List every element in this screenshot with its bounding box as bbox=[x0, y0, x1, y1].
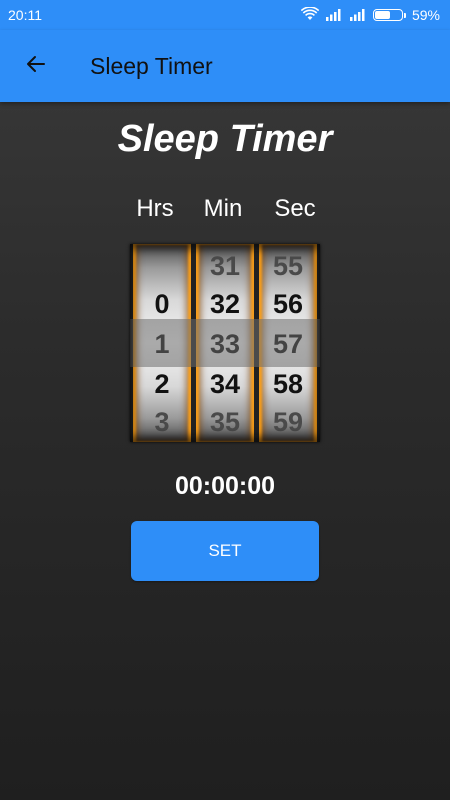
wheel-item: 34 bbox=[209, 369, 241, 399]
hours-wheel[interactable]: 0 1 2 3 bbox=[133, 244, 191, 442]
cellular-signal-icon bbox=[349, 7, 367, 24]
wheel-item-selected: 33 bbox=[209, 329, 241, 359]
minutes-label: Min bbox=[203, 195, 243, 222]
battery-icon bbox=[372, 9, 406, 21]
minutes-wheel[interactable]: 31 32 33 34 35 bbox=[196, 244, 254, 442]
seconds-label: Sec bbox=[274, 195, 316, 222]
wheel-item-selected: 57 bbox=[272, 329, 304, 359]
arrow-left-icon bbox=[24, 52, 48, 81]
app-bar-title: Sleep Timer bbox=[90, 52, 213, 79]
wheel-item: 32 bbox=[209, 289, 241, 319]
column-headers: Hrs Min Sec bbox=[125, 195, 325, 225]
page-title: Sleep Timer bbox=[117, 118, 333, 160]
set-button[interactable]: SET bbox=[131, 521, 319, 581]
cellular-signal-icon bbox=[325, 7, 343, 24]
wheel-item: 3 bbox=[154, 407, 170, 437]
battery-fill bbox=[374, 11, 391, 19]
time-wheel-picker: 0 1 2 3 31 32 33 34 35 55 56 57 58 59 bbox=[130, 244, 320, 442]
wifi-icon bbox=[300, 5, 320, 24]
hours-label: Hrs bbox=[136, 195, 174, 222]
wheel-item: 35 bbox=[209, 407, 241, 437]
wheel-item: 55 bbox=[272, 251, 304, 281]
wheel-item: 59 bbox=[272, 407, 304, 437]
wheel-item: 0 bbox=[154, 289, 170, 319]
back-button[interactable] bbox=[8, 38, 64, 94]
wheel-item: 2 bbox=[154, 369, 170, 399]
battery-percent: 59% bbox=[411, 7, 440, 23]
app-bar: Sleep Timer bbox=[0, 30, 450, 102]
wheel-item: 58 bbox=[272, 369, 304, 399]
wheel-item: 31 bbox=[209, 251, 241, 281]
status-icons: 59% bbox=[300, 5, 440, 24]
status-bar: 20:11 59% bbox=[0, 0, 450, 30]
status-time: 20:11 bbox=[8, 7, 42, 23]
seconds-wheel[interactable]: 55 56 57 58 59 bbox=[259, 244, 317, 442]
wheel-item: 56 bbox=[272, 289, 304, 319]
wheel-item-selected: 1 bbox=[154, 329, 170, 359]
timer-display: 00:00:00 bbox=[174, 472, 276, 500]
